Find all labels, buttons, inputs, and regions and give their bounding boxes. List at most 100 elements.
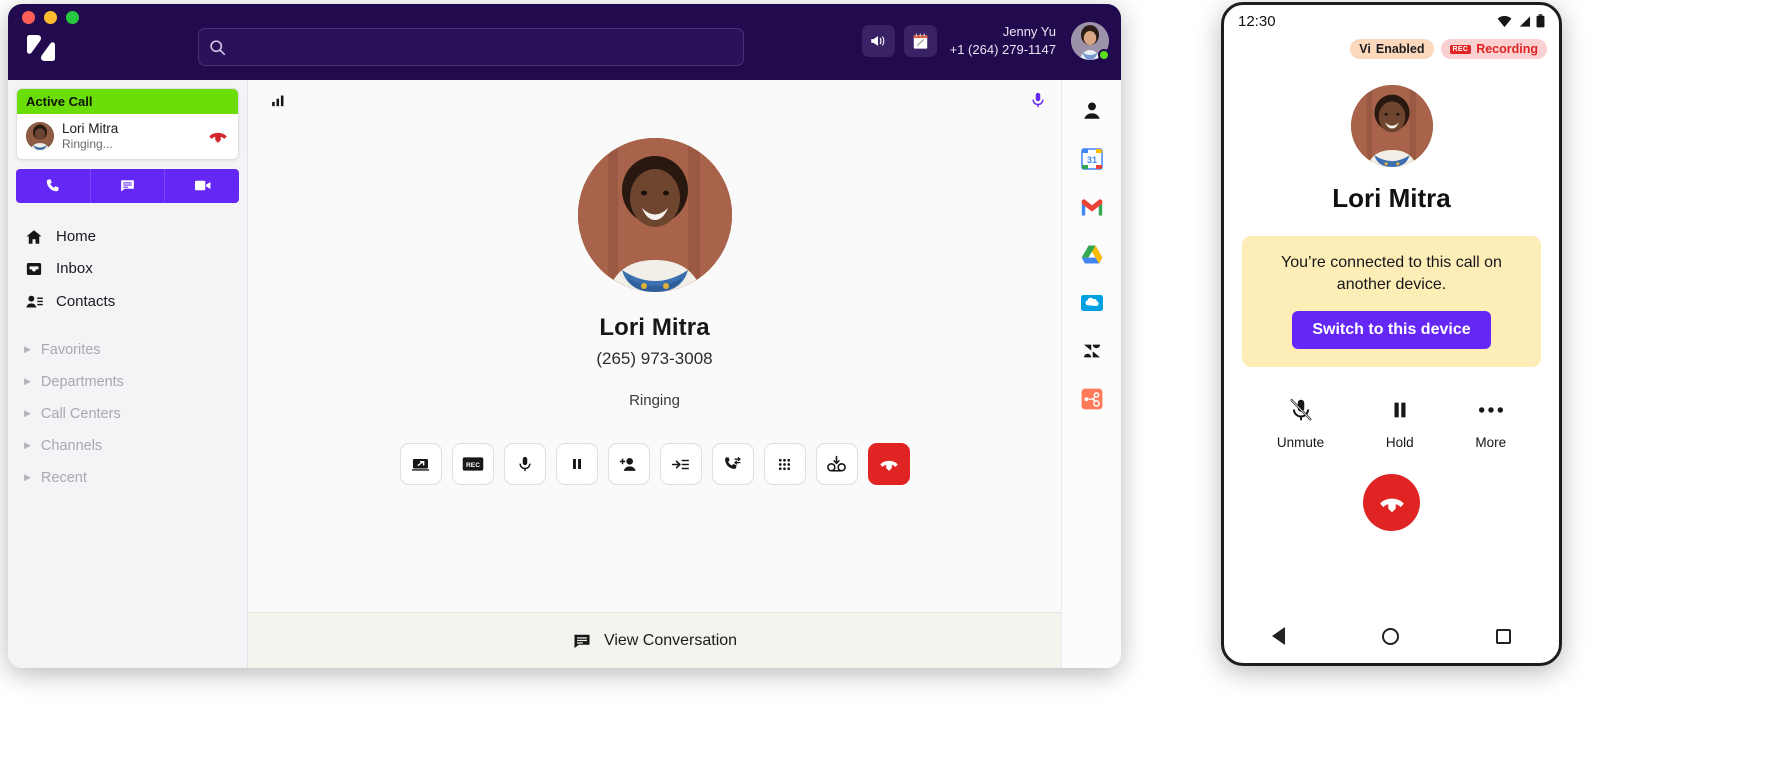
salesforce-icon[interactable] [1079,290,1105,316]
zendesk-icon[interactable] [1079,338,1105,364]
back-triangle-icon[interactable] [1272,627,1286,645]
mute-button[interactable] [503,443,546,485]
quick-action-call[interactable] [16,168,91,203]
vi-badge-label: Enabled [1375,42,1425,56]
pause-icon [1386,395,1414,425]
desktop-window: Jenny Yu +1 (264) 279-1147 Active Call L… [8,4,1121,668]
mobile-device: 12:30 Vi Enabled REC Recording Lori Mitr… [1221,2,1562,666]
screen-share-button[interactable] [399,443,442,485]
sidebar-group-departments[interactable]: ▶ Departments [16,366,239,398]
phone-icon [44,177,61,194]
user-phone: +1 (264) 279-1147 [949,42,1056,57]
phone-clock: 12:30 [1238,12,1276,30]
recents-square-icon[interactable] [1495,628,1511,644]
hold-button[interactable]: Hold [1386,395,1414,450]
person-icon[interactable] [1079,98,1105,124]
phone-end-call-button[interactable] [1363,474,1420,532]
maximize-window-button[interactable] [66,11,79,24]
signal-icon [1517,15,1531,28]
active-call-details: Lori Mitra (265) 973-3008 Ringing REC [248,114,1061,612]
active-call-text: Lori Mitra Ringing... [62,121,199,152]
window-traffic-lights[interactable] [22,11,79,24]
chevron-right-icon: ▶ [24,440,31,451]
active-call-row[interactable]: Lori Mitra Ringing... [17,114,238,159]
active-call-contact: Lori Mitra [62,121,119,136]
more-horizontal-icon [1475,395,1506,425]
call-transfer-icon [723,455,742,474]
end-call-icon[interactable] [207,125,229,147]
active-call-card[interactable]: Active Call Lori Mitra Ringing... [16,88,239,160]
end-call-button[interactable] [867,443,910,485]
transfer-to-queue-button[interactable] [659,443,702,485]
dialpad-logo-icon [24,34,58,62]
search-input[interactable] [226,39,739,55]
sidebar-item-home[interactable]: Home [16,221,239,253]
search-bar[interactable] [198,28,744,66]
phone-call-controls: Unmute Hold More [1224,395,1559,450]
window-titlebar: Jenny Yu +1 (264) 279-1147 [8,4,1121,80]
contact-avatar [577,138,732,292]
phone-badges: Vi Enabled REC Recording [1224,37,1559,59]
screen-share-icon [411,455,430,474]
signal-bars-icon[interactable] [270,92,287,109]
megaphone-icon[interactable] [861,25,895,57]
view-conversation-button[interactable]: View Conversation [248,612,1061,668]
quick-action-video[interactable] [165,168,239,203]
rec-badge-mark: REC [1449,44,1472,54]
chevron-right-icon: ▶ [24,408,31,419]
more-label: More [1475,435,1507,451]
record-button[interactable]: REC [451,443,494,485]
sidebar-item-label: Contacts [56,292,116,310]
sidebar-item-inbox[interactable]: Inbox [16,253,239,285]
user-avatar-wrapper[interactable] [1071,22,1110,61]
chevron-right-icon: ▶ [24,376,31,387]
contact-avatar [1350,85,1433,167]
unmute-button[interactable]: Unmute [1277,395,1324,450]
sidebar-group-channels[interactable]: ▶ Channels [16,430,239,462]
quick-action-message[interactable] [90,168,166,203]
close-window-button[interactable] [22,11,35,24]
app-integration-rail: 31 [1061,80,1121,668]
send-to-voicemail-button[interactable] [815,443,858,485]
pause-icon [569,456,585,472]
hold-button[interactable] [555,443,598,485]
dialpad-button[interactable] [763,443,806,485]
sidebar-item-contacts[interactable]: Contacts [16,285,239,318]
more-button[interactable]: More [1475,395,1506,450]
hold-label: Hold [1385,435,1414,451]
video-icon [193,176,212,195]
record-icon: REC [462,456,484,472]
sidebar-item-label: Inbox [56,260,93,278]
status-badge [1098,49,1110,61]
home-circle-icon[interactable] [1381,627,1399,645]
transfer-call-button[interactable] [711,443,754,485]
minimize-window-button[interactable] [44,11,57,24]
microphone-icon[interactable] [1029,91,1047,109]
end-call-icon [878,453,900,475]
calendar-icon[interactable]: 31 [1079,146,1105,172]
current-user-info[interactable]: Jenny Yu +1 (264) 279-1147 [950,23,1056,58]
recording-badge-label: Recording [1476,42,1538,56]
active-call-header: Active Call [17,89,238,114]
add-participant-button[interactable] [607,443,650,485]
primary-nav: Home Inbox Contacts [16,221,239,318]
gmail-icon[interactable] [1079,194,1105,220]
hubspot-icon[interactable] [1079,386,1105,412]
notepad-icon[interactable] [903,25,937,57]
sidebar-group-call-centers[interactable]: ▶ Call Centers [16,398,239,430]
sidebar-group-label: Departments [40,373,124,390]
switch-to-this-device-button[interactable]: Switch to this device [1292,311,1491,350]
inbox-icon [24,260,44,278]
sidebar-group-recent[interactable]: ▶ Recent [16,462,239,494]
add-person-icon [619,455,638,474]
search-icon [209,39,226,56]
microphone-icon [516,455,534,473]
view-conversation-label: View Conversation [603,631,738,649]
drive-icon[interactable] [1079,242,1105,268]
battery-icon [1536,14,1545,28]
call-contact-phone: (265) 973-3008 [596,349,713,368]
sidebar-group-favorites[interactable]: ▶ Favorites [16,334,239,366]
recording-badge: REC Recording [1440,39,1547,59]
left-sidebar: Active Call Lori Mitra Ringing... Home I… [8,80,248,668]
unmute-label: Unmute [1276,435,1325,451]
